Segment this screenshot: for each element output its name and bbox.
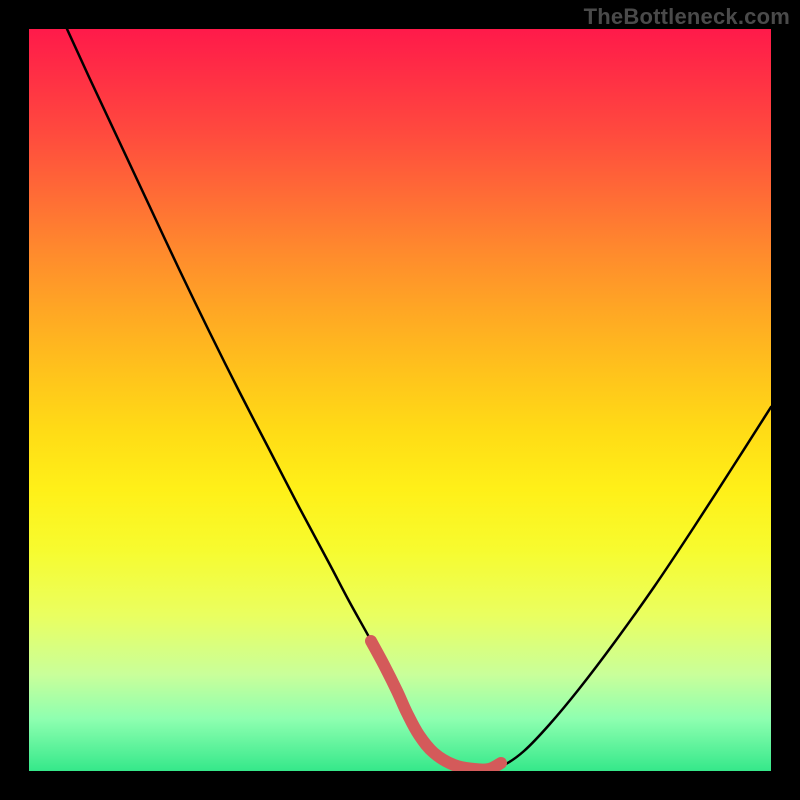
bottleneck-curve	[67, 29, 771, 770]
plot-area	[29, 29, 771, 771]
chart-frame: TheBottleneck.com	[0, 0, 800, 800]
bottleneck-curve-accent	[371, 641, 501, 770]
curve-layer	[29, 29, 771, 771]
watermark-text: TheBottleneck.com	[584, 4, 790, 30]
